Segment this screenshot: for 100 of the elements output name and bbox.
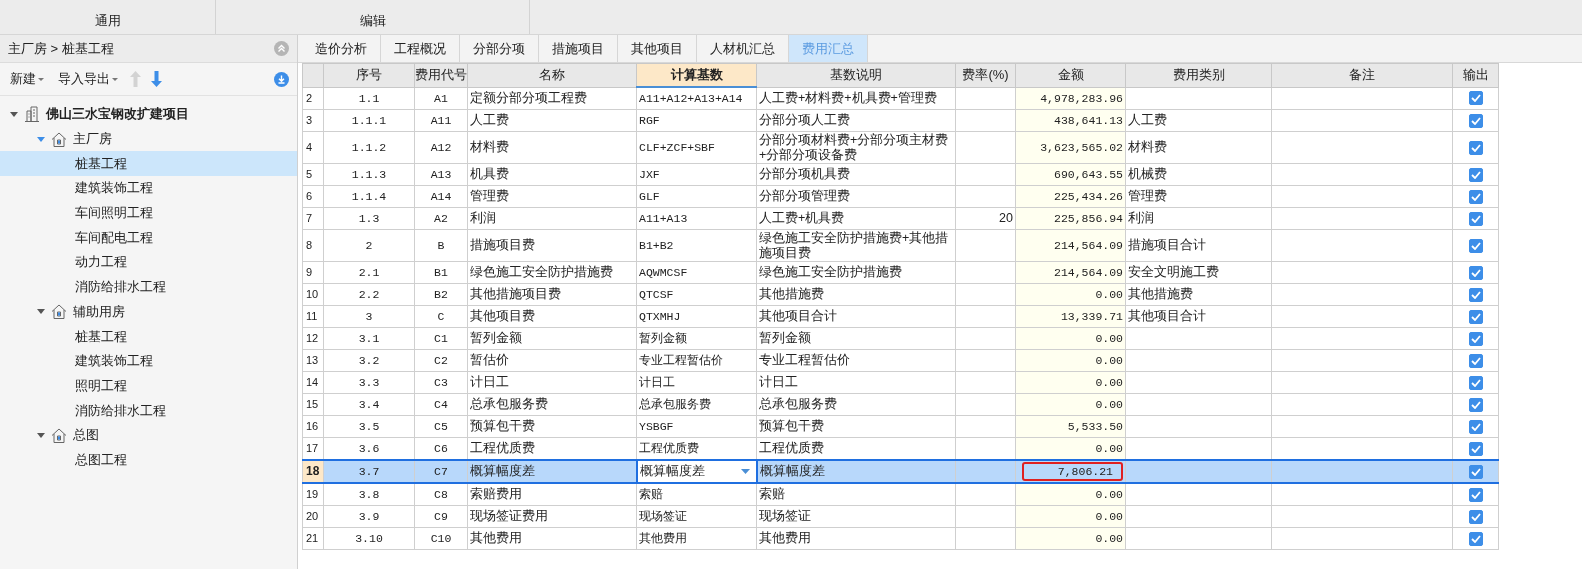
caret-icon[interactable] [740,469,750,474]
amount-text: 0.00 [1095,288,1123,301]
table-cell: 暂估价 [467,349,637,372]
row-number: 5 [302,163,324,186]
collapse-icon[interactable] [274,41,289,56]
tree-item[interactable]: 辅助用房 [73,302,125,321]
tree-item[interactable]: 建筑装饰工程 [0,348,297,374]
column-header[interactable]: 费率(%) [955,63,1016,87]
output-checkbox[interactable] [1468,287,1483,302]
output-checkbox[interactable] [1468,309,1483,324]
column-header[interactable]: 备注 [1271,63,1453,87]
table-cell: 3.7 [323,460,415,483]
table-cell: 索赔 [756,483,956,506]
table-cell: 机具费 [467,163,637,186]
table-cell: 安全文明施工费 [1125,261,1272,284]
table-cell: 3.1 [323,327,415,350]
tree-item[interactable]: 佛山三水宝钢改扩建项目 [46,105,189,124]
column-header[interactable]: 序号 [323,63,415,87]
table-cell: 其他措施费 [1125,283,1272,306]
expand-caret-icon[interactable] [10,111,18,117]
tree-item[interactable]: 桩基工程 [0,324,297,349]
column-header[interactable]: 计算基数 [636,63,757,87]
table-cell: B2 [414,283,468,306]
new-button[interactable]: 新建 [8,68,46,90]
output-checkbox[interactable] [1468,531,1483,546]
output-checkbox[interactable] [1468,353,1483,368]
tree-item[interactable]: 动力工程 [0,250,297,275]
output-checkbox[interactable] [1468,419,1483,434]
output-checkbox[interactable] [1468,464,1483,479]
column-header[interactable]: 费用代号 [414,63,468,87]
tree-item[interactable]: 车间配电工程 [0,225,297,251]
tree-item[interactable]: 总图工程 [0,447,297,473]
table-cell: 2.1 [323,261,415,284]
output-checkbox[interactable] [1468,113,1483,128]
table-cell: A11+A13 [636,207,757,230]
amount-text: 438,641.13 [1054,114,1123,127]
output-checkbox[interactable] [1468,211,1483,226]
tree-item[interactable]: 总图 [73,426,99,445]
table-cell: 其他费用 [756,527,956,550]
down-arrow-icon[interactable] [151,71,162,87]
table-cell: 定额分部分项工程费 [467,87,637,110]
expand-caret-icon[interactable] [37,309,45,315]
table-cell: 利润 [467,207,637,230]
table-cell: 计日工 [756,371,956,394]
table-cell: 3.2 [323,349,415,372]
house-icon [51,304,67,320]
output-checkbox[interactable] [1468,189,1483,204]
row-number: 10 [302,283,324,306]
import-export-button[interactable]: 导入导出 [56,68,120,90]
table-cell: C10 [414,527,468,550]
table-cell: 现场签证费用 [467,505,637,528]
row-number: 19 [302,483,324,506]
table-cell: 人工费+机具费 [756,207,956,230]
table-cell: A13 [414,163,468,186]
output-checkbox[interactable] [1468,375,1483,390]
highlighted-amount: 7,806.21 [1021,462,1123,481]
column-header[interactable]: 费用类别 [1125,63,1272,87]
tree-item[interactable]: 车间照明工程 [0,200,297,226]
table-cell: QTXMHJ [636,305,757,328]
breadcrumb: 主厂房 > 桩基工程 [8,39,114,58]
ribbon-group-label: 编辑 [359,12,386,30]
output-checkbox[interactable] [1468,238,1483,253]
output-checkbox[interactable] [1468,509,1483,524]
tree-item[interactable]: 桩基工程 [0,151,297,177]
expand-caret-icon[interactable] [37,432,45,438]
output-checkbox[interactable] [1468,265,1483,280]
column-header[interactable]: 名称 [467,63,637,87]
column-header[interactable]: 基数说明 [756,63,956,87]
table-cell: CLF+ZCF+SBF [636,131,757,164]
output-checkbox[interactable] [1468,487,1483,502]
tree-item[interactable]: 照明工程 [0,373,297,399]
amount-text: 0.00 [1095,354,1123,367]
output-checkbox[interactable] [1468,140,1483,155]
expand-caret-icon[interactable] [37,136,45,142]
table-cell: 材料费 [467,131,637,164]
output-checkbox[interactable] [1468,91,1483,106]
row-number: 3 [302,109,324,132]
column-header[interactable]: 输出 [1452,63,1499,87]
table-cell: AQWMCSF [636,261,757,284]
tree-item[interactable]: 消防给排水工程 [0,398,297,423]
table-cell: 分部分项材料费+分部分项主材费+分部分项设备费 [756,131,956,164]
tree-item[interactable]: 消防给排水工程 [0,274,297,300]
amount-text: 0.00 [1095,376,1123,389]
tree-item[interactable]: 主厂房 [73,130,112,149]
row-number: 13 [302,349,324,372]
output-checkbox[interactable] [1468,397,1483,412]
tree-item[interactable]: 建筑装饰工程 [0,176,297,201]
output-checkbox[interactable] [1468,167,1483,182]
amount-text: 0.00 [1095,488,1123,501]
table-cell: 预算包干费 [467,415,637,438]
column-header[interactable]: 金额 [1015,63,1126,87]
table-cell: 1.3 [323,207,415,230]
amount-text: 214,564.09 [1054,266,1123,279]
amount-text: 4,978,283.96 [1040,91,1123,105]
row-number: 7 [302,207,324,230]
house-icon [51,427,67,443]
download-icon[interactable] [274,71,289,87]
output-checkbox[interactable] [1468,441,1483,456]
table-cell: 暂列金额 [636,327,757,350]
output-checkbox[interactable] [1468,331,1483,346]
